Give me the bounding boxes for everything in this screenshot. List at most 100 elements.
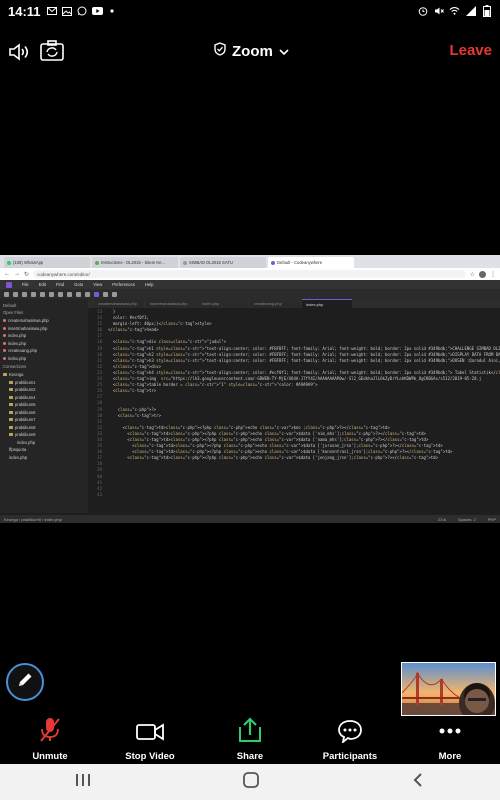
switch-camera-icon[interactable] [40,40,64,62]
forward-icon[interactable]: → [14,271,20,277]
cut-icon[interactable] [31,291,36,297]
recent-apps-icon[interactable] [75,773,91,792]
file-dot-icon [3,326,6,330]
editor-tab[interactable]: insertmahasiswa.php [146,299,196,308]
file-name: createmahasiswa.php [8,318,49,324]
open-file-item[interactable]: createuang.php [3,347,85,355]
browser-tab-active[interactable]: Default - Codeanywhere [268,257,354,268]
file-item[interactable]: index.php [3,439,85,447]
more-button[interactable]: More [405,719,495,762]
copy-icon[interactable] [40,291,45,297]
editor-tab[interactable]: index.php [198,299,248,308]
folder-item[interactable]: praktikum5 [3,401,85,409]
menu-view[interactable]: View [93,282,102,287]
paste-icon[interactable] [49,291,54,297]
annotate-button[interactable] [6,663,44,701]
undo-icon[interactable] [58,291,63,297]
status-path: Keonga › praktikum9 › index.php [4,516,62,522]
stop-video-button[interactable]: Stop Video [105,721,195,762]
open-file-item[interactable]: index.php [3,355,85,363]
folder-icon [9,410,13,414]
folder-item[interactable]: praktikum8 [3,424,85,432]
save-all-icon[interactable] [22,291,27,297]
folder-icon [9,388,13,392]
folder-item[interactable]: praktikum6 [3,409,85,417]
editor-tab-active[interactable]: index.php [302,299,352,308]
new-file-icon[interactable] [4,291,9,297]
menu-find[interactable]: Find [56,282,64,287]
file-item[interactable]: index.php [3,454,85,462]
menu-preferences[interactable]: Preferences [112,282,135,287]
browser-tab[interactable]: Instructions - DL2015 - Sitem Ke... [92,257,178,268]
split-icon[interactable] [85,291,90,297]
alarm-icon [417,6,428,17]
folder-item[interactable]: praktikum9 [3,431,85,439]
root-folder-item[interactable]: Keonga [3,371,85,379]
back-nav-icon[interactable] [411,772,425,793]
codeanywhere-logo-icon [6,281,12,288]
settings-icon[interactable] [112,291,117,297]
browser-tab[interactable]: SIMBAD DL2015 SATU [180,257,266,268]
menu-edit[interactable]: Edit [39,282,46,287]
editor-status-line: Keonga › praktikum9 › index.php 23:6 Spa… [0,515,500,523]
unmute-button[interactable]: Unmute [5,717,95,762]
dot-icon [107,6,118,17]
code-text: <class="c-tag">tr> [108,388,157,394]
file-name: index.php [8,333,27,339]
save-icon[interactable] [13,291,18,297]
home-icon[interactable] [242,771,260,794]
back-icon[interactable]: ← [4,271,10,277]
run-icon[interactable] [94,291,99,297]
folder-item[interactable]: praktikum1 [3,379,85,387]
folder-item[interactable]: praktikum4 [3,394,85,402]
star-icon[interactable]: ☆ [470,271,475,278]
self-video-thumbnail[interactable] [401,662,496,716]
open-file-item[interactable]: createmahasiswa.php [3,317,85,325]
participants-button[interactable]: Participants [305,719,395,762]
reload-icon[interactable]: ↻ [24,271,29,278]
code-text: <class="c-tag">h4 style=class="c-str">"t… [108,369,500,375]
editor-tab[interactable]: createuang.php [250,299,300,308]
code-text: color: #ecf0f1; [108,315,149,321]
code-text: <class="c-tag">h1 style=class="c-str">"t… [108,345,500,351]
indent-setting[interactable]: Spaces: 2 [458,517,476,522]
code-editor[interactable]: createmahasiswa.php insertmahasiswa.php … [88,299,500,513]
url-text: codeanywhere.com/editor/ [37,271,90,277]
open-file-item[interactable]: insertmahasiswa.php [3,325,85,333]
folder-name: praktikum9 [15,432,36,438]
open-file-item[interactable]: index.php [3,332,85,340]
folder-item[interactable]: praktikum7 [3,416,85,424]
folder-name: praktikum6 [15,409,36,415]
code-line[interactable]: 43 [88,492,500,498]
meeting-title-dropdown[interactable]: Zoom [214,42,289,60]
file-item[interactable]: ffpsquota [3,446,85,454]
share-button[interactable]: Share [205,717,295,762]
browser-menu-icon[interactable]: ⋮ [490,271,496,278]
profile-avatar[interactable] [479,270,486,278]
menu-help[interactable]: Help [145,282,154,287]
redo-icon[interactable] [67,291,72,297]
browser-tab-label: (108) WhatsApp [13,260,44,265]
code-text: <class="c-tag">td>class="c-php"><?php cl… [108,436,429,442]
editor-tab[interactable]: createmahasiswa.php [94,299,144,308]
code-content[interactable]: 13 } 14 color: #ecf0f1; 15 margin-left: 40… [88,309,500,513]
menu-goto[interactable]: Goto [74,282,83,287]
code-text: <class="c-tag">td>class="c-php"><?php cl… [108,424,390,430]
open-file-item[interactable]: index.php [3,340,85,348]
chevron-down-icon [279,43,289,60]
more-label: More [438,751,462,762]
leave-button[interactable]: Leave [449,42,492,59]
browser-tab[interactable]: (108) WhatsApp [4,257,90,268]
image-icon [62,6,73,17]
language-mode[interactable]: PHP [488,517,496,522]
youtube-icon [91,6,103,17]
folder-item[interactable]: praktikum2 [3,386,85,394]
url-field[interactable]: codeanywhere.com/editor/ [33,270,466,278]
code-text: <class="c-tag">td>class="c-php"><?php cl… [108,455,438,461]
menu-file[interactable]: File [22,282,29,287]
search-icon[interactable] [76,291,81,297]
speaker-icon[interactable] [8,42,30,62]
unmute-label: Unmute [32,751,68,762]
terminal-icon[interactable] [103,291,108,297]
participants-label: Participants [322,751,378,762]
